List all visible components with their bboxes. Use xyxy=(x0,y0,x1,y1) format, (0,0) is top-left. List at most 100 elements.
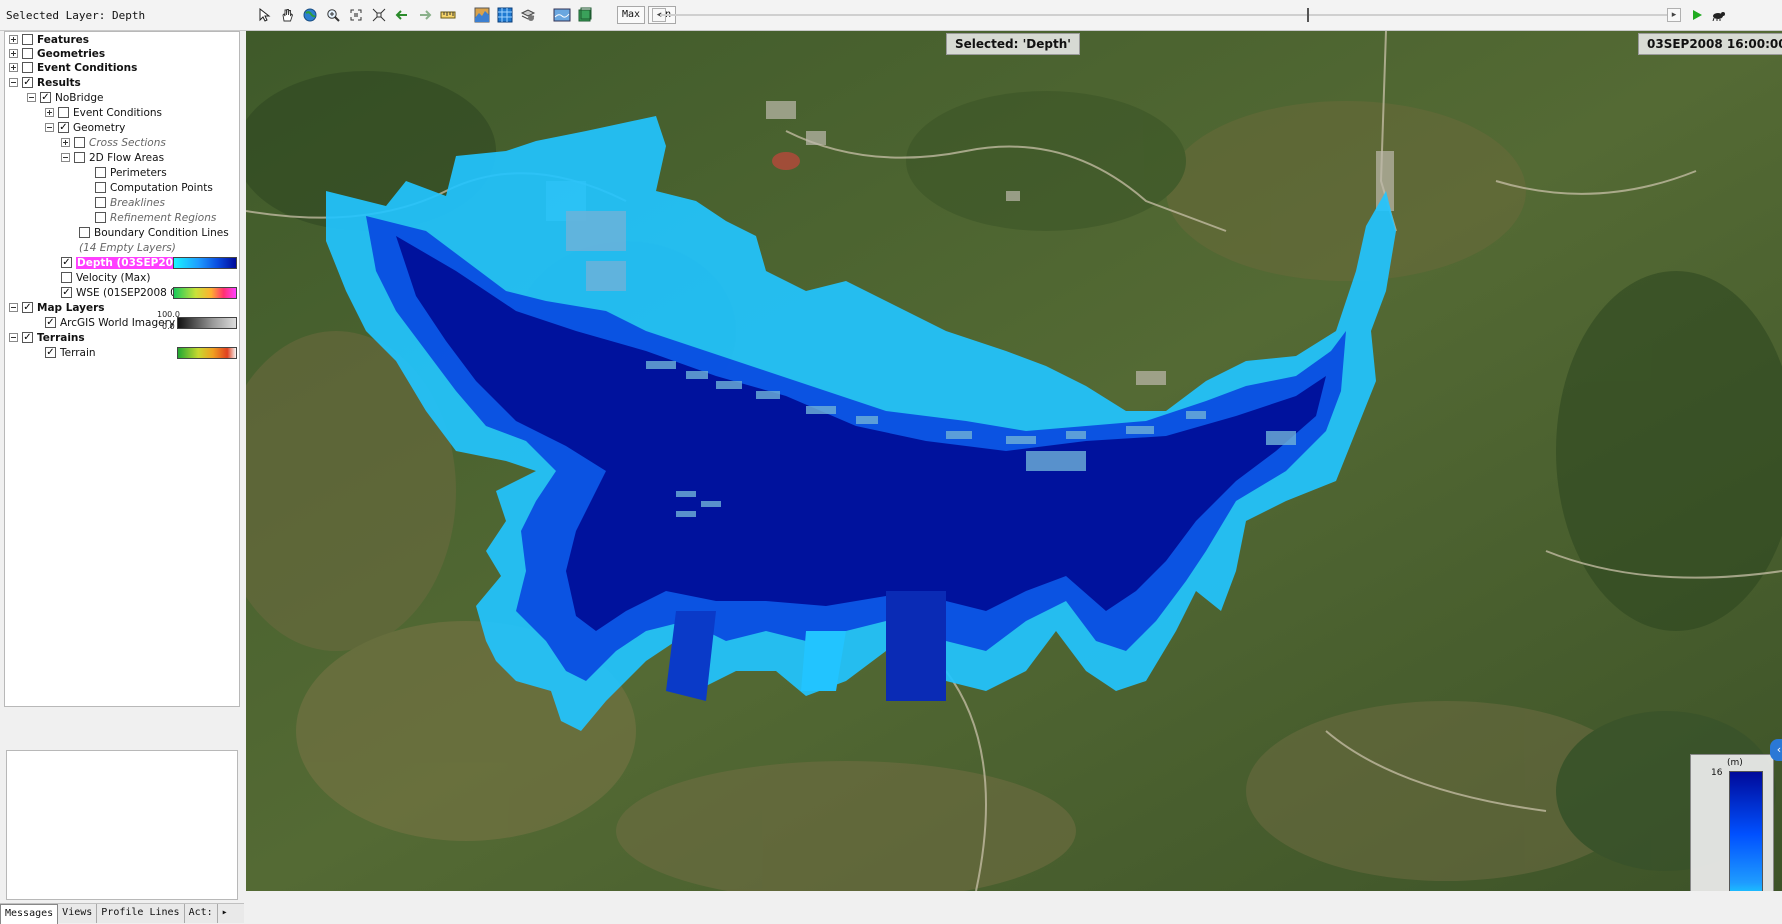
expand-icon[interactable] xyxy=(45,108,54,117)
tree-item-cross-sections[interactable]: Cross Sections xyxy=(61,135,166,150)
selected-layer-badge: Selected: 'Depth' xyxy=(946,33,1080,55)
animation-speed-icon[interactable] xyxy=(1710,9,1726,21)
tree-item-perimeters[interactable]: Perimeters xyxy=(95,165,167,180)
expand-icon[interactable] xyxy=(61,138,70,147)
collapse-icon[interactable] xyxy=(9,333,18,342)
bottom-tabs: Messages Views Profile Lines Act: ▸ xyxy=(0,903,244,924)
collapse-icon[interactable] xyxy=(27,93,36,102)
pointer-icon[interactable] xyxy=(254,5,274,25)
expand-icon[interactable] xyxy=(9,35,18,44)
time-slider[interactable] xyxy=(660,8,1670,22)
tree-item-map-layers[interactable]: ✓ Map Layers xyxy=(9,300,105,315)
collapse-icon[interactable] xyxy=(45,123,54,132)
legend-color-ramp xyxy=(1729,771,1763,891)
checkbox[interactable] xyxy=(22,34,33,45)
tree-item-nb-event-conditions[interactable]: Event Conditions xyxy=(45,105,162,120)
expand-icon[interactable] xyxy=(9,63,18,72)
depth-color-ramp xyxy=(173,257,237,269)
time-slider-thumb[interactable] xyxy=(1307,8,1309,22)
checkbox[interactable] xyxy=(95,167,106,178)
checkbox[interactable] xyxy=(22,62,33,73)
back-arrow-icon[interactable] xyxy=(392,5,412,25)
depth-legend: (m) 16 0 xyxy=(1690,754,1774,891)
tab-actions[interactable]: Act: xyxy=(185,904,218,923)
checkbox[interactable]: ✓ xyxy=(22,77,33,88)
collapse-panel-icon[interactable]: ‹ xyxy=(1770,739,1782,761)
checkbox[interactable]: ✓ xyxy=(45,317,56,328)
tree-item-empty-layers: (14 Empty Layers) xyxy=(79,241,176,254)
checkbox[interactable]: ✓ xyxy=(45,347,56,358)
forward-arrow-icon[interactable] xyxy=(415,5,435,25)
message-box xyxy=(6,750,238,900)
checkbox[interactable] xyxy=(58,107,69,118)
map-view[interactable]: Selected: 'Depth' 03SEP2008 16:00:00 (m)… xyxy=(246,31,1782,891)
expand-icon[interactable] xyxy=(9,49,18,58)
tree-item-depth[interactable]: ✓ Depth (03SEP2008 xyxy=(61,255,189,270)
tree-item-features[interactable]: Features xyxy=(9,32,89,47)
tab-messages[interactable]: Messages xyxy=(0,903,59,924)
satellite-imagery xyxy=(246,31,1782,891)
plot-icon[interactable] xyxy=(575,5,595,25)
checkbox[interactable] xyxy=(95,197,106,208)
checkbox[interactable]: ✓ xyxy=(61,257,72,268)
checkbox[interactable]: ✓ xyxy=(22,332,33,343)
slider-right-arrow[interactable]: ▸ xyxy=(1667,8,1681,22)
tree-item-nobridge[interactable]: ✓ NoBridge xyxy=(27,90,104,105)
checkbox[interactable] xyxy=(74,137,85,148)
tree-item-computation-points[interactable]: Computation Points xyxy=(95,180,213,195)
tree-item-breaklines[interactable]: Breaklines xyxy=(95,195,165,210)
tree-item-terrains[interactable]: ✓ Terrains xyxy=(9,330,85,345)
checkbox[interactable] xyxy=(79,227,90,238)
raster-icon[interactable] xyxy=(495,5,515,25)
top-status-bar: Selected Layer: Depth Max Min ◂ ▸ xyxy=(0,0,1782,31)
imagery-transparency-ramp xyxy=(177,317,237,329)
checkbox[interactable] xyxy=(95,182,106,193)
checkbox[interactable] xyxy=(22,48,33,59)
tree-item-event-conditions[interactable]: Event Conditions xyxy=(9,60,137,75)
selected-layer-label: Selected Layer: Depth xyxy=(6,9,146,22)
layers-panel: Features Geometries Event Conditions ✓ Re… xyxy=(0,31,244,924)
terrain-tool-icon[interactable] xyxy=(472,5,492,25)
tree-item-2d-flow-areas[interactable]: 2D Flow Areas xyxy=(61,150,164,165)
tab-views[interactable]: Views xyxy=(58,904,98,923)
tree-item-geometry[interactable]: ✓ Geometry xyxy=(45,120,125,135)
collapse-icon[interactable] xyxy=(9,78,18,87)
tabs-scroll-arrow[interactable]: ▸ xyxy=(218,904,232,923)
ruler-icon[interactable] xyxy=(438,5,458,25)
wse-color-ramp xyxy=(173,287,237,299)
tree-item-refinement-regions[interactable]: Refinement Regions xyxy=(95,210,216,225)
tree-item-boundary-condition-lines[interactable]: Boundary Condition Lines xyxy=(79,225,229,240)
checkbox[interactable]: ✓ xyxy=(58,122,69,133)
zoom-extent-icon[interactable] xyxy=(346,5,366,25)
globe-icon[interactable] xyxy=(300,5,320,25)
tree-item-velocity[interactable]: Velocity (Max) xyxy=(61,270,150,285)
tree-item-terrain[interactable]: ✓ Terrain xyxy=(45,345,96,360)
map-toolbar: Max Min xyxy=(254,4,677,26)
layers-tool-icon[interactable] xyxy=(518,5,538,25)
pan-hand-icon[interactable] xyxy=(277,5,297,25)
legend-unit: (m) xyxy=(1727,758,1743,768)
collapse-icon[interactable] xyxy=(61,153,70,162)
tab-profile-lines[interactable]: Profile Lines xyxy=(97,904,185,923)
checkbox[interactable]: ✓ xyxy=(61,287,72,298)
tree-item-results[interactable]: ✓ Results xyxy=(9,75,81,90)
checkbox[interactable] xyxy=(95,212,106,223)
full-extent-icon[interactable] xyxy=(369,5,389,25)
tree-item-geometries[interactable]: Geometries xyxy=(9,46,105,61)
timestamp-badge: 03SEP2008 16:00:00 xyxy=(1638,33,1782,55)
checkbox[interactable]: ✓ xyxy=(22,302,33,313)
checkbox[interactable]: ✓ xyxy=(40,92,51,103)
arcgis-value-bottom: 0.0 xyxy=(162,322,175,331)
collapse-icon[interactable] xyxy=(9,303,18,312)
play-icon[interactable] xyxy=(1690,8,1704,22)
layer-tree: Features Geometries Event Conditions ✓ Re… xyxy=(4,31,240,707)
checkbox[interactable] xyxy=(61,272,72,283)
map-tool-icon[interactable] xyxy=(552,5,572,25)
zoom-in-icon[interactable] xyxy=(323,5,343,25)
legend-max: 16 xyxy=(1711,768,1723,778)
checkbox[interactable] xyxy=(74,152,85,163)
tree-item-wse[interactable]: ✓ WSE (01SEP2008 00: xyxy=(61,285,187,300)
terrain-color-ramp xyxy=(177,347,237,359)
max-button[interactable]: Max xyxy=(617,6,646,24)
tree-item-arcgis-imagery[interactable]: ✓ ArcGIS World Imagery xyxy=(45,315,175,330)
